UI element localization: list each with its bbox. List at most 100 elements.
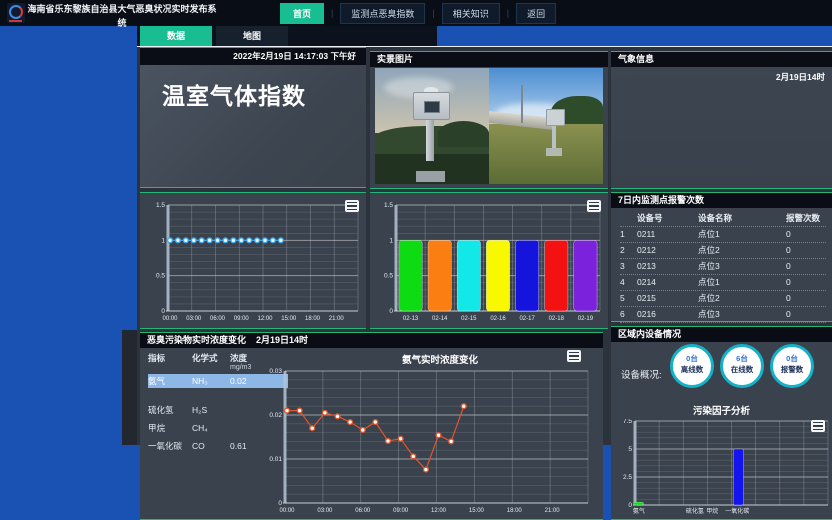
photo-bush [438, 121, 489, 147]
odor-title-text: 恶臭污染物实时浓度变化 [147, 333, 246, 348]
chart-dataview-toolbox-icon[interactable] [345, 200, 359, 212]
datetime-bar: 2022年2月19日 14:17:03 下午好 [140, 48, 366, 65]
svg-text:0.5: 0.5 [384, 273, 393, 280]
app-header: 海南省乐东黎族自治县大气恶臭状况实时发布系统 首页 | 监测点恶臭指数 | 相关… [0, 0, 832, 26]
main-nav: 首页 | 监测点恶臭指数 | 相关知识 | 返回 [280, 0, 556, 26]
nav-separator: | [507, 8, 509, 18]
svg-text:0: 0 [389, 308, 393, 315]
monitor-cabinet [413, 92, 450, 120]
monitor-screen [424, 101, 439, 113]
alarm-table: 设备号 设备名称 报警次数 10211点位10 20212点位20 30213点… [611, 208, 832, 323]
daily-index-bar-chart: 00.511.502-1302-1402-1502-1602-1702-1802… [370, 193, 608, 328]
nav-separator: | [331, 8, 333, 18]
svg-text:1: 1 [161, 237, 165, 244]
svg-text:18:00: 18:00 [507, 508, 523, 514]
factor-chart-title: 污染因子分析 [611, 403, 832, 417]
table-row: 30213点位30 [620, 259, 826, 275]
nav-knowledge[interactable]: 相关知识 [442, 3, 500, 24]
svg-text:02-17: 02-17 [519, 316, 535, 322]
region-devices-panel: 区域内设备情况 设备概况: 0台 离线数 6台 在线数 0台 报警数 污染因子分… [611, 326, 832, 520]
photo-strip [375, 68, 603, 184]
chart-dataview-toolbox-icon[interactable] [567, 350, 581, 362]
monitor-cabinet [546, 109, 565, 126]
svg-text:02-14: 02-14 [432, 316, 448, 322]
monitor-base [546, 148, 562, 156]
app-title: 海南省乐东黎族自治县大气恶臭状况实时发布系统 [26, 3, 218, 30]
site-photo-field [489, 68, 603, 184]
svg-text:0.5: 0.5 [156, 273, 165, 280]
pollution-factor-chart: 0 2.5 5 7.5 氨气 硫化氢甲烷一氧化碳 [611, 419, 832, 519]
svg-text:0.01: 0.01 [269, 456, 282, 463]
svg-text:氨气: 氨气 [633, 507, 645, 515]
logo-slogan-mark [9, 20, 22, 22]
devices-panel-title: 区域内设备情况 [611, 327, 832, 342]
alarm-table-header: 设备号 设备名称 报警次数 [620, 211, 826, 227]
dashboard-page: 海南省乐东黎族自治县大气恶臭状况实时发布系统 首页 | 监测点恶臭指数 | 相关… [0, 0, 832, 520]
weather-panel-title: 气象信息 [611, 52, 832, 67]
nav-home[interactable]: 首页 [280, 3, 324, 24]
stat-circle-alarm: 0台 报警数 [770, 344, 814, 388]
greeting-panel: 2022年2月19日 14:17:03 下午好 温室气体指数 [140, 47, 366, 188]
svg-text:21:00: 21:00 [545, 508, 561, 514]
svg-text:一氧化碳: 一氧化碳 [725, 507, 749, 515]
monitor-base [416, 171, 445, 181]
odor-title-datetime: 2月19日14时 [256, 333, 308, 348]
svg-text:06:00: 06:00 [210, 316, 226, 322]
svg-text:1.5: 1.5 [156, 202, 165, 209]
svg-text:09:00: 09:00 [393, 508, 409, 514]
svg-text:21:00: 21:00 [329, 316, 345, 322]
table-row: 10211点位10 [620, 227, 826, 243]
svg-text:0: 0 [161, 308, 165, 315]
greeting-body: 温室气体指数 [140, 65, 366, 187]
svg-text:00:00: 00:00 [162, 316, 178, 322]
chart-dataview-toolbox-icon[interactable] [587, 200, 601, 212]
svg-text:1.5: 1.5 [384, 202, 393, 209]
weather-panel: 气象信息 2月19日14时 [611, 51, 832, 189]
alarm-panel-title: 7日内监测点报警次数 [611, 193, 832, 208]
nav-odor-index[interactable]: 监测点恶臭指数 [340, 3, 425, 24]
daily-index-bar-chart-panel: 00.511.502-1302-1402-1502-1602-1702-1802… [370, 192, 608, 329]
svg-text:0.03: 0.03 [269, 368, 282, 375]
svg-text:15:00: 15:00 [469, 508, 485, 514]
svg-text:甲烷: 甲烷 [706, 507, 718, 515]
photos-panel-title: 实景图片 [370, 52, 608, 67]
monitor-pole [552, 124, 557, 151]
table-row: 50215点位20 [620, 291, 826, 307]
stat-circle-online: 6台 在线数 [720, 344, 764, 388]
content-shadow [122, 330, 137, 445]
table-row: 40214点位10 [620, 275, 826, 291]
monitor-pole [426, 119, 434, 161]
table-row: 60216点位30 [620, 307, 826, 323]
svg-text:7.5: 7.5 [623, 419, 632, 425]
photo-mast [521, 85, 523, 122]
svg-text:02-19: 02-19 [578, 316, 594, 322]
svg-text:02-18: 02-18 [549, 316, 565, 322]
svg-text:1: 1 [389, 237, 393, 244]
device-overview-label: 设备概况: [621, 367, 662, 381]
svg-text:5: 5 [628, 446, 632, 453]
svg-text:02-15: 02-15 [461, 316, 477, 322]
svg-text:06:00: 06:00 [355, 508, 371, 514]
svg-text:03:00: 03:00 [317, 508, 333, 514]
svg-text:0.02: 0.02 [269, 412, 282, 419]
tab-map[interactable]: 地图 [216, 26, 288, 46]
svg-text:0: 0 [628, 502, 632, 509]
nav-back[interactable]: 返回 [516, 3, 556, 24]
weather-datetime: 2月19日14时 [611, 67, 832, 83]
svg-text:硫化氢: 硫化氢 [686, 507, 704, 515]
svg-text:12:00: 12:00 [257, 316, 273, 322]
svg-text:12:00: 12:00 [431, 508, 447, 514]
page-title: 温室气体指数 [140, 65, 366, 111]
greenhouse-index-chart-panel: 00.511.500:0003:0006:0009:0012:0015:0018… [140, 192, 366, 329]
ammonia-concentration-chart: 0 0.01 0.02 0.03 00:00 03:00 06:00 09:00 12:00 15… [265, 367, 600, 519]
alarm-count-panel: 7日内监测点报警次数 设备号 设备名称 报警次数 10211点位10 20212… [611, 192, 832, 322]
weather-body: 2月19日14时 [611, 67, 832, 188]
svg-text:00:00: 00:00 [279, 508, 295, 514]
svg-text:2.5: 2.5 [623, 474, 632, 481]
photos-panel: 实景图片 [370, 51, 608, 189]
svg-text:0: 0 [278, 500, 282, 507]
table-row: 20212点位20 [620, 243, 826, 259]
svg-text:15:00: 15:00 [281, 316, 297, 322]
svg-text:02-13: 02-13 [403, 316, 419, 322]
chart-dataview-toolbox-icon[interactable] [811, 420, 825, 432]
